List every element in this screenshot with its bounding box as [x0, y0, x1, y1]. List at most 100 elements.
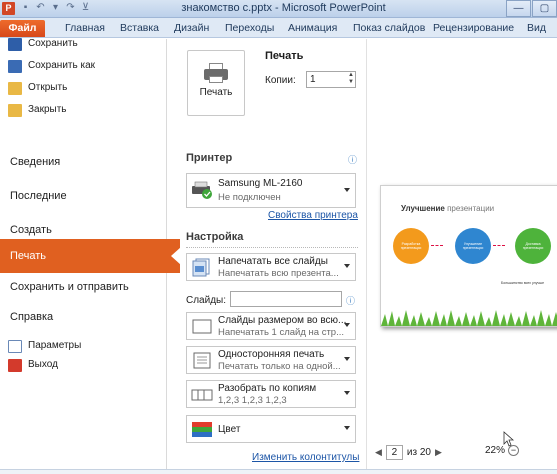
- copies-label: Копии:: [265, 75, 296, 86]
- save-as-icon: [8, 59, 22, 73]
- layout-dropdown[interactable]: Слайды размером во всю... Напечатать 1 с…: [186, 312, 356, 340]
- copies-stepper[interactable]: 1 ▲ ▼: [306, 71, 356, 88]
- color-dropdown[interactable]: Цвет: [186, 415, 356, 443]
- chevron-down-icon: [344, 357, 350, 361]
- close-folder-icon: [8, 103, 22, 117]
- layout-title: Слайды размером во всю...: [218, 315, 347, 326]
- settings-heading: Настройка: [186, 231, 244, 243]
- nav-item-print[interactable]: Печать: [0, 239, 181, 273]
- slide-title-rest: презентации: [444, 204, 495, 213]
- horizontal-scrollbar[interactable]: [0, 469, 557, 474]
- print-range-subtitle: Напечатать всю презента...: [218, 268, 339, 279]
- copies-value: 1: [310, 74, 316, 85]
- collate-icon: [191, 389, 213, 401]
- chevron-down-icon: [344, 426, 350, 430]
- printer-icon: [204, 63, 228, 83]
- minimize-icon: —: [513, 3, 524, 14]
- prev-page-icon[interactable]: ◀: [375, 447, 382, 458]
- nav-open[interactable]: Открыть: [8, 78, 67, 98]
- sides-subtitle: Печатать только на одной...: [218, 361, 341, 372]
- nav-item-help[interactable]: Справка: [0, 300, 167, 334]
- slides-info-icon[interactable]: ⓘ: [346, 294, 355, 307]
- spin-arrows-icon[interactable]: ▲ ▼: [348, 72, 354, 86]
- page-total: из 20: [406, 447, 431, 458]
- exit-icon: [8, 358, 22, 372]
- tab-insert[interactable]: Вставка: [120, 20, 159, 37]
- nav-close-label: Закрыть: [28, 104, 67, 115]
- print-preview: Улучшение презентации Разработка презент…: [366, 39, 557, 469]
- printer-name: Samsung ML-2160: [218, 178, 303, 189]
- full-page-slide-icon: [192, 319, 212, 334]
- nav-close[interactable]: Закрыть: [8, 100, 67, 120]
- nav-item-recent[interactable]: Последние: [0, 179, 167, 213]
- print-settings-panel: Печать Печать Копии: 1 ▲ ▼ Принтер ⓘ Sams…: [180, 39, 365, 469]
- all-slides-icon: [192, 258, 210, 277]
- tab-animation[interactable]: Анимация: [288, 20, 337, 37]
- chevron-down-icon: [344, 323, 350, 327]
- printer-icon: [192, 181, 212, 199]
- sides-dropdown[interactable]: Односторонняя печать Печатать только на …: [186, 346, 356, 374]
- color-title: Цвет: [218, 424, 241, 435]
- printer-status: Не подключен: [218, 192, 281, 203]
- slide-circle-improve: Улучшение презентации: [455, 228, 491, 264]
- nav-save-label: Сохранить: [28, 38, 78, 49]
- one-sided-icon: [193, 352, 211, 369]
- edit-headers-link[interactable]: Изменить колонтитулы: [252, 452, 359, 463]
- minimize-button[interactable]: —: [506, 0, 531, 17]
- print-heading: Печать: [265, 50, 304, 62]
- slide-connector: [431, 245, 443, 246]
- print-range-title: Напечатать все слайды: [218, 256, 328, 267]
- slide-connector: [493, 245, 505, 246]
- print-range-dropdown[interactable]: Напечатать все слайды Напечатать всю пре…: [186, 253, 356, 281]
- maximize-icon: ▢: [539, 3, 550, 14]
- printer-info-icon[interactable]: ⓘ: [348, 153, 357, 166]
- tab-view[interactable]: Вид: [527, 20, 546, 37]
- page-navigator: ◀ 2 из 20 ▶: [375, 445, 442, 460]
- nav-item-save-send[interactable]: Сохранить и отправить: [0, 270, 167, 304]
- sides-title: Односторонняя печать: [218, 349, 325, 360]
- printer-properties-link[interactable]: Свойства принтера: [268, 210, 358, 221]
- slide-preview: Улучшение презентации Разработка презент…: [380, 185, 557, 327]
- collate-dropdown[interactable]: Разобрать по копиям 1,2,3 1,2,3 1,2,3: [186, 380, 356, 408]
- layout-subtitle: Напечатать 1 слайд на стр...: [218, 327, 345, 338]
- window-title: знакомство с.pptx - Microsoft PowerPoint: [181, 2, 386, 14]
- mouse-cursor-icon: [503, 431, 515, 447]
- maximize-button[interactable]: ▢: [532, 0, 557, 17]
- grass-decoration: [381, 310, 557, 326]
- chevron-down-icon: [344, 264, 350, 268]
- page-number-input[interactable]: 2: [385, 445, 403, 460]
- nav-item-info[interactable]: Сведения: [0, 145, 167, 179]
- next-page-icon[interactable]: ▶: [435, 447, 442, 458]
- printer-heading: Принтер: [186, 152, 233, 164]
- nav-save-as[interactable]: Сохранить как: [8, 56, 95, 76]
- slide-footer-text: Большинство всех улучше: [501, 281, 545, 285]
- slide-circle-develop: Разработка презентации: [393, 228, 429, 264]
- slide-title: Улучшение презентации: [401, 204, 494, 213]
- chevron-down-icon: [344, 391, 350, 395]
- print-button[interactable]: Печать: [187, 50, 245, 116]
- nav-options[interactable]: Параметры: [8, 336, 81, 356]
- tab-transitions[interactable]: Переходы: [225, 20, 274, 37]
- slide-circle-deliver: Доставка презентации: [515, 228, 551, 264]
- nav-save[interactable]: Сохранить: [8, 34, 78, 54]
- collate-subtitle: 1,2,3 1,2,3 1,2,3: [218, 395, 287, 406]
- options-icon: [8, 339, 22, 353]
- backstage-nav: Сохранить Сохранить как Открыть Закрыть …: [0, 37, 181, 469]
- tab-design[interactable]: Дизайн: [174, 20, 209, 37]
- section-divider: [186, 247, 358, 248]
- color-icon: [192, 422, 212, 437]
- title-bar: P ▪ ↶ ▾ ↷ ⊻ знакомство с.pptx - Microsof…: [0, 0, 557, 18]
- tab-review[interactable]: Рецензирование: [433, 20, 514, 37]
- printer-dropdown[interactable]: Samsung ML-2160 Не подключен: [186, 173, 356, 208]
- slides-input[interactable]: [230, 291, 342, 307]
- nav-open-label: Открыть: [28, 82, 68, 93]
- nav-exit[interactable]: Выход: [8, 355, 58, 375]
- save-icon: [8, 37, 22, 51]
- tab-slideshow[interactable]: Показ слайдов: [353, 20, 425, 37]
- open-folder-icon: [8, 81, 22, 95]
- nav-options-label: Параметры: [28, 340, 82, 351]
- print-button-label: Печать: [199, 87, 233, 98]
- zoom-level: 22%: [485, 445, 506, 456]
- collate-title: Разобрать по копиям: [218, 383, 317, 394]
- nav-exit-label: Выход: [28, 359, 58, 370]
